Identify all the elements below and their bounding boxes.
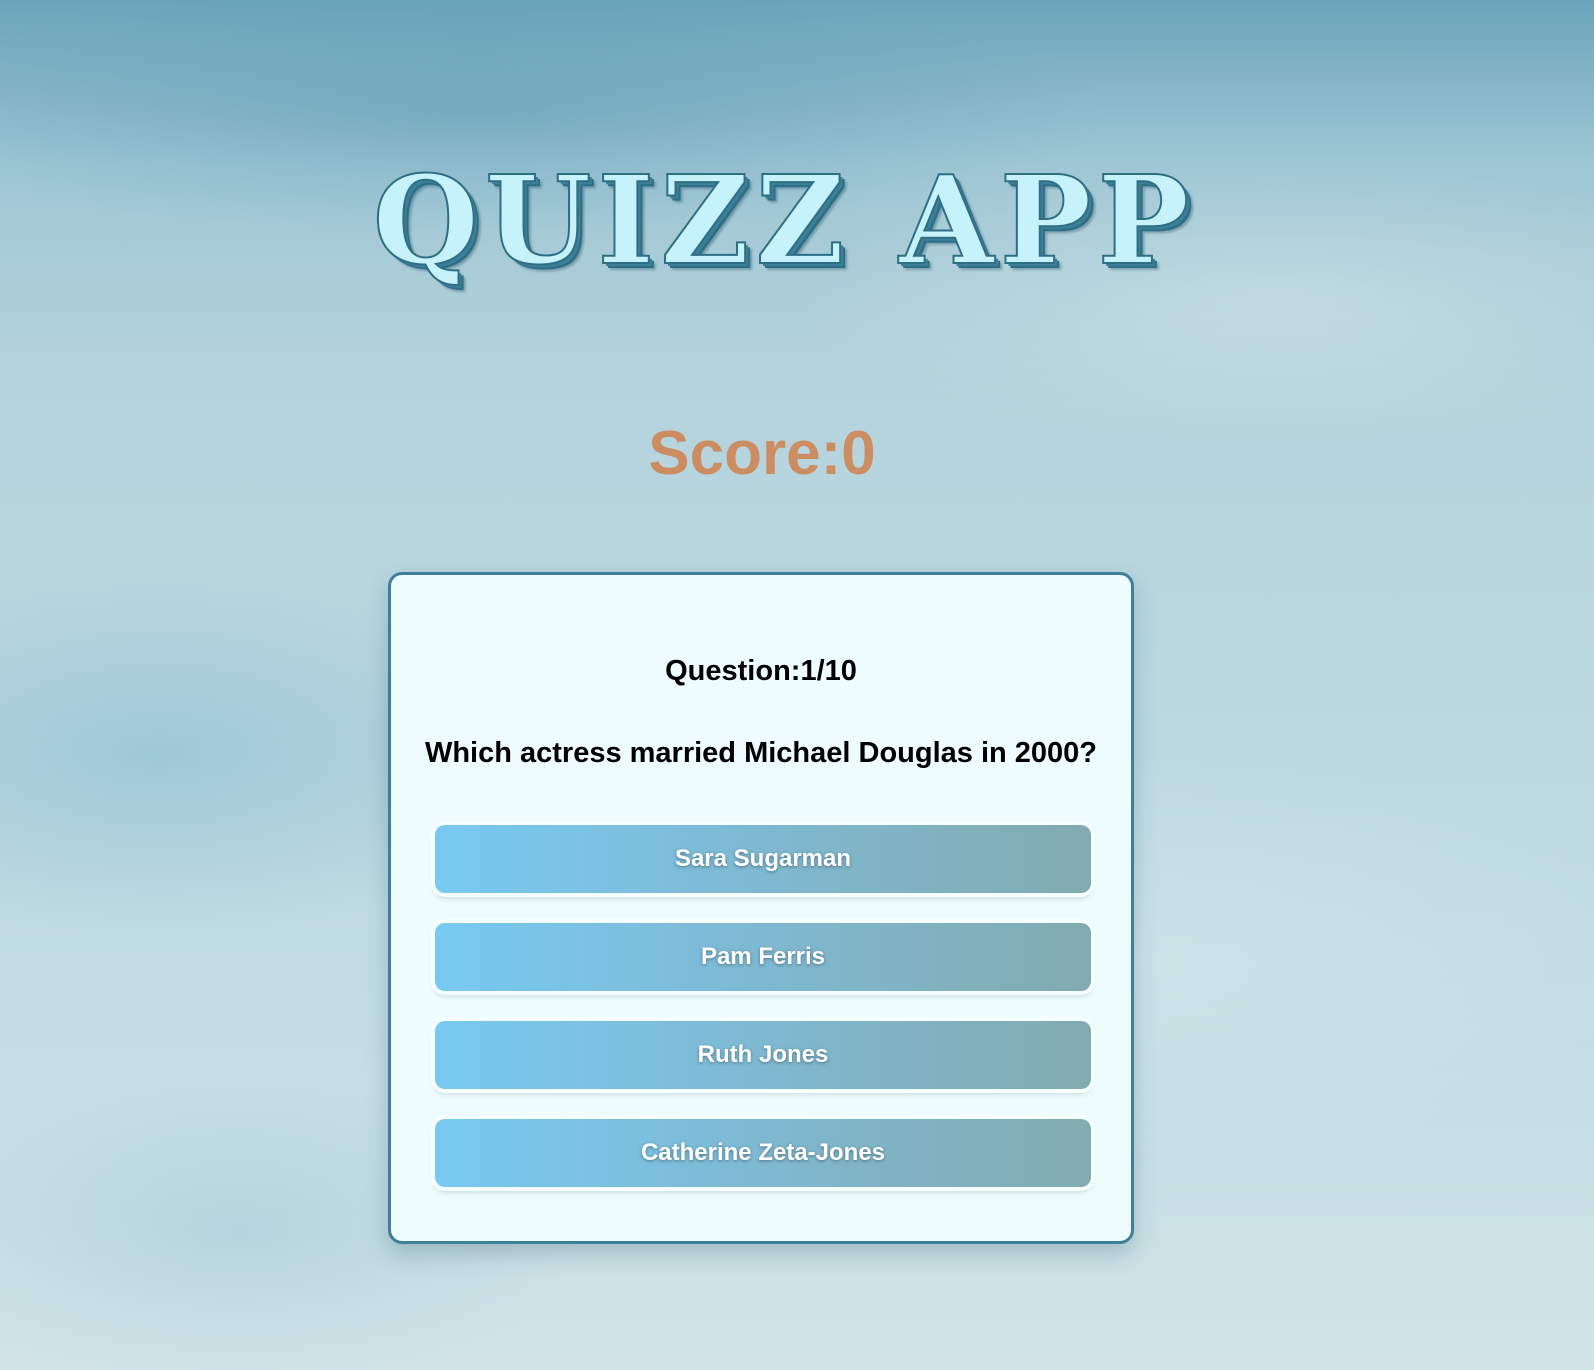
- quiz-card: Question:1/10 Which actress married Mich…: [388, 572, 1134, 1244]
- question-counter: Question:1/10: [665, 655, 857, 687]
- quiz-page: QUIZZ APP Score:0 Question:1/10 Which ac…: [0, 0, 1594, 1370]
- answer-button-ruth-jones[interactable]: Ruth Jones: [435, 1021, 1091, 1089]
- question-text: Which actress married Michael Douglas in…: [424, 737, 1098, 769]
- answer-button-pam-ferris[interactable]: Pam Ferris: [435, 923, 1091, 991]
- answer-list: Sara Sugarman Pam Ferris Ruth Jones Cath…: [435, 825, 1091, 1187]
- score-display: Score:0: [648, 419, 876, 488]
- answer-button-catherine-zeta-jones[interactable]: Catherine Zeta-Jones: [435, 1119, 1091, 1187]
- answer-button-sara-sugarman[interactable]: Sara Sugarman: [435, 825, 1091, 893]
- app-title: QUIZZ APP: [372, 148, 1196, 292]
